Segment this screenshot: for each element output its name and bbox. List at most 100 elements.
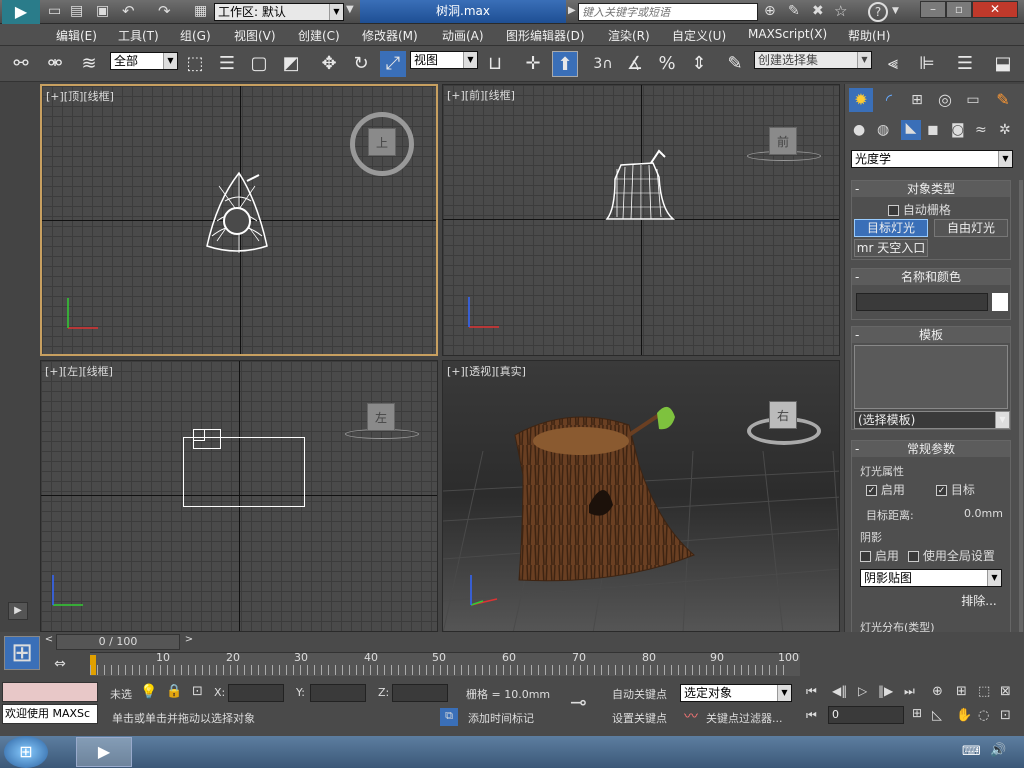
tree-stump-render[interactable] — [509, 405, 699, 585]
scale-icon[interactable]: ⤢ — [380, 51, 406, 77]
align-icon[interactable]: ⊫ — [914, 51, 940, 77]
go-to-end-icon[interactable]: ⏭ — [904, 684, 915, 699]
menu-animation[interactable]: 动画(A) — [442, 27, 484, 44]
viewcube-persp[interactable]: 右 — [769, 401, 797, 429]
select-object-icon[interactable]: ⬚ — [182, 51, 208, 77]
prev-frame-icon[interactable]: ◀‖ — [832, 684, 847, 698]
move-icon[interactable]: ✥ — [316, 51, 342, 77]
y-coord-field[interactable] — [310, 684, 366, 702]
z-coord-field[interactable] — [392, 684, 448, 702]
select-manipulate-icon[interactable]: ✛ — [520, 51, 546, 77]
play-icon[interactable]: ▷ — [858, 684, 867, 698]
menu-modifiers[interactable]: 修改器(M) — [362, 27, 418, 44]
angle-snap-icon[interactable]: ∡ — [622, 51, 648, 77]
maximize-button[interactable]: ▫ — [946, 1, 972, 18]
next-frame-icon[interactable]: ‖▶ — [878, 684, 893, 698]
time-config-icon[interactable]: ⊞ — [912, 706, 922, 720]
percent-snap-icon[interactable]: % — [654, 51, 680, 77]
menu-customize[interactable]: 自定义(U) — [672, 27, 726, 44]
open-file-icon[interactable]: ▤ — [70, 3, 83, 19]
autogrid-row[interactable]: 自动栅格 — [888, 201, 951, 218]
shadow-on-checkbox[interactable] — [860, 551, 871, 562]
time-slider-prev[interactable]: < — [42, 634, 56, 650]
key-mode-icon[interactable]: ⏮ — [806, 708, 817, 723]
viewport-label-left[interactable]: [+][左][线框] — [45, 363, 113, 379]
trackbar-icon[interactable]: ⇔ — [50, 656, 70, 674]
communication-icon[interactable]: ✖ — [812, 3, 824, 19]
viewcube-left[interactable]: 左 — [367, 403, 395, 431]
menu-rendering[interactable]: 渲染(R) — [608, 27, 650, 44]
time-slider-next[interactable]: > — [182, 634, 196, 650]
maxscript-mini-listener-pink[interactable] — [2, 682, 98, 702]
zoom-extents-all-icon[interactable]: ⊠ — [1000, 684, 1011, 699]
motion-tab-icon[interactable]: ◎ — [933, 88, 957, 112]
undo-icon[interactable]: ↶ — [122, 2, 135, 20]
orbit-icon[interactable]: ◌ — [978, 708, 989, 723]
layer-manager-icon[interactable]: ☰ — [952, 51, 978, 77]
free-light-button[interactable]: 自由灯光 — [934, 219, 1008, 237]
exclude-button[interactable]: 排除... — [950, 593, 1008, 611]
object-color-swatch[interactable] — [992, 293, 1008, 311]
rect-selection-icon[interactable]: ▢ — [246, 51, 272, 77]
save-file-icon[interactable]: ▣ — [96, 3, 109, 19]
utilities-tab-icon[interactable]: ✎ — [991, 88, 1015, 112]
zoom-icon[interactable]: ⊕ — [932, 684, 943, 699]
select-by-name-icon[interactable]: ☰ — [214, 51, 240, 77]
mirror-icon[interactable]: ⫷ — [880, 51, 906, 77]
set-key-button[interactable]: 设置关键点 — [612, 710, 667, 726]
unlink-icon[interactable]: ⚮ — [42, 51, 68, 77]
viewcube-front[interactable]: 前 — [769, 127, 797, 155]
absolute-mode-icon[interactable]: ⊡ — [192, 684, 203, 699]
pan-icon[interactable]: ✋ — [956, 708, 972, 723]
search-input[interactable] — [578, 3, 758, 21]
viewport-left[interactable]: [+][左][线框] 左 — [40, 360, 438, 632]
helpers-icon[interactable]: ◙ — [951, 122, 965, 138]
general-params-header[interactable]: - 常规参数 — [852, 441, 1010, 457]
field-of-view-icon[interactable]: ◺ — [932, 708, 942, 723]
time-tag-icon[interactable]: ⧉ — [440, 708, 458, 726]
menu-graph-editors[interactable]: 图形编辑器(D) — [506, 27, 585, 44]
light-on-row[interactable]: ✓ 启用 — [866, 481, 905, 498]
edit-named-sel-icon[interactable]: ✎ — [722, 51, 748, 77]
key-filters-button[interactable]: 关键点过滤器... — [706, 710, 783, 726]
menu-help[interactable]: 帮助(H) — [848, 27, 890, 44]
maximize-viewport-icon[interactable]: ⊡ — [1000, 708, 1011, 723]
use-global-checkbox[interactable] — [908, 551, 919, 562]
go-to-start-icon[interactable]: ⏮ — [806, 684, 817, 699]
taskbar-3dsmax[interactable]: ▶ — [76, 737, 132, 767]
viewport-perspective[interactable]: [+][透视][真实] 右 — [442, 360, 840, 632]
auto-key-button[interactable]: 自动关键点 — [612, 686, 667, 702]
systems-icon[interactable]: ✲ — [999, 122, 1011, 138]
cameras-icon[interactable]: ◼ — [927, 122, 939, 138]
help-dropdown-icon[interactable]: ▼ — [892, 6, 899, 16]
link-icon[interactable]: ⚯ — [8, 51, 34, 77]
zoom-extents-icon[interactable]: ⬚ — [978, 684, 990, 699]
new-file-icon[interactable]: ▭ — [48, 3, 61, 19]
viewport-label-persp[interactable]: [+][透视][真实] — [447, 363, 526, 379]
current-frame-field[interactable]: 0 — [828, 706, 904, 724]
workspace-dropdown[interactable]: 工作区: 默认 ▼ — [214, 3, 344, 21]
targeted-checkbox[interactable]: ✓ — [936, 485, 947, 496]
viewport-top[interactable]: [+][顶][线框] 上 — [40, 84, 438, 356]
selected-object-dropdown[interactable]: 选定对象 ▼ — [680, 684, 792, 702]
use-global-row[interactable]: 使用全局设置 — [908, 547, 995, 564]
lock-selection-icon[interactable]: 🔒 — [166, 684, 182, 699]
modify-tab-icon[interactable]: ◜ — [877, 88, 901, 112]
selection-filter-dropdown[interactable]: 全部 ▼ — [110, 52, 178, 70]
project-folder-icon[interactable]: ▦ — [194, 3, 207, 19]
template-dropdown[interactable]: (选择模板) ▼ — [854, 411, 1010, 429]
favorites-icon[interactable]: ☆ — [834, 2, 847, 20]
viewport-label-front[interactable]: [+][前][线框] — [447, 87, 515, 103]
template-list[interactable] — [854, 345, 1008, 409]
subscription-icon[interactable]: ✎ — [788, 3, 800, 19]
render-setup-icon[interactable]: ⬓ — [990, 51, 1016, 77]
help-icon[interactable]: ? — [868, 2, 888, 22]
start-button[interactable]: ⊞ — [4, 736, 48, 768]
isolate-icon[interactable]: 💡 — [140, 684, 157, 700]
light-category-dropdown[interactable]: 光度学 ▼ — [851, 150, 1013, 168]
bind-spacewarp-icon[interactable]: ≋ — [76, 51, 102, 77]
trackbar[interactable]: 10 20 30 40 50 60 70 80 90 100 — [90, 651, 800, 676]
redo-icon[interactable]: ↷ — [158, 2, 171, 20]
curve-icon[interactable]: 〰 — [684, 706, 698, 726]
keyboard-tray-icon[interactable]: ⌨ — [962, 744, 981, 759]
